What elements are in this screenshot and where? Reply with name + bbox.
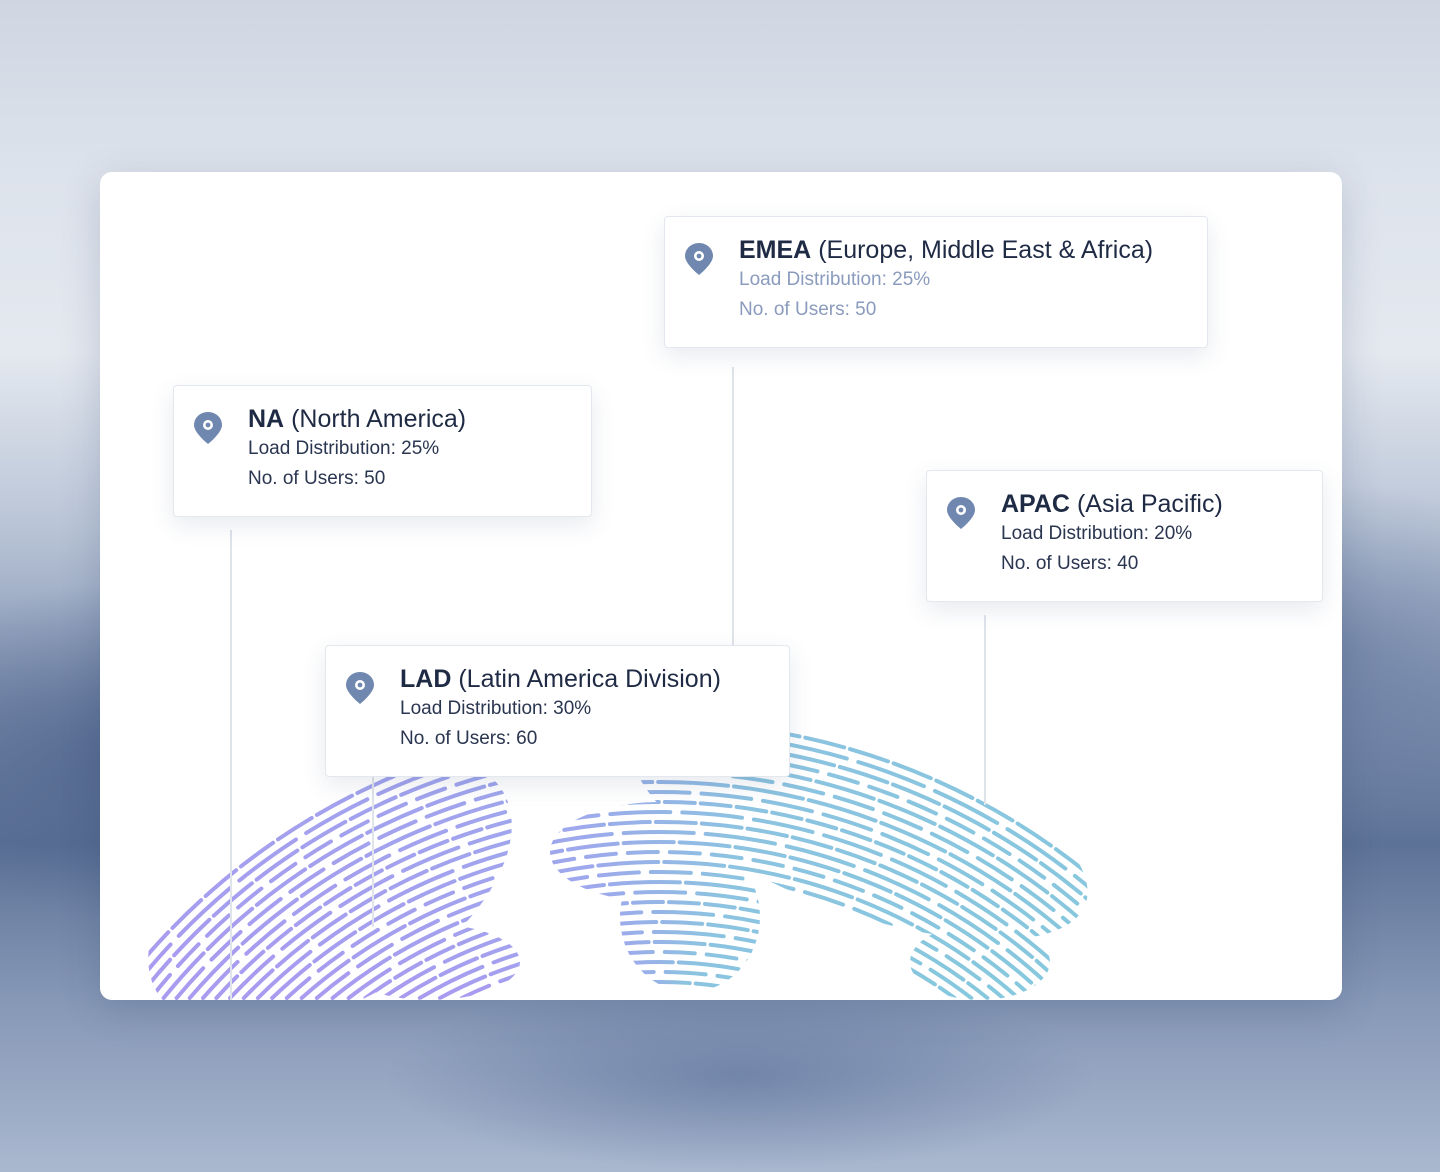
- location-pin-icon: [194, 412, 222, 444]
- globe-arc-line: [459, 950, 861, 1000]
- region-card-lad[interactable]: LAD (Latin America Division) Load Distri…: [325, 645, 790, 777]
- globe-arc-line: [255, 830, 1065, 1000]
- emea-connector: [732, 367, 734, 657]
- globe-arc-line: [483, 960, 837, 1000]
- globe-arc-line: [510, 969, 810, 1000]
- globe-arc-line: [438, 939, 882, 1000]
- region-title: LAD (Latin America Division): [400, 665, 721, 693]
- globe-arc-line: [174, 770, 1117, 1000]
- na-connector: [230, 530, 232, 1000]
- region-title: EMEA (Europe, Middle East & Africa): [739, 236, 1154, 264]
- location-pin-icon: [685, 243, 713, 275]
- load-distribution: Load Distribution: 30%: [400, 698, 592, 719]
- region-card-emea[interactable]: EMEA (Europe, Middle East & Africa) Load…: [664, 216, 1208, 348]
- load-distribution: Load Distribution: 25%: [248, 438, 440, 459]
- load-distribution: Load Distribution: 20%: [1001, 523, 1193, 544]
- user-count: No. of Users: 50: [248, 468, 386, 489]
- world-map-card: NA (North America) Load Distribution: 25…: [100, 172, 1342, 1000]
- globe-arc-line: [543, 980, 777, 1000]
- user-count: No. of Users: 60: [400, 728, 538, 749]
- apac-connector: [984, 615, 986, 805]
- region-title: NA (North America): [248, 405, 467, 433]
- user-count: No. of Users: 50: [739, 299, 877, 320]
- location-pin-icon: [947, 497, 975, 529]
- location-pin-icon: [346, 672, 374, 704]
- lad-connector: [372, 777, 374, 927]
- load-distribution: Load Distribution: 25%: [739, 269, 931, 290]
- region-card-apac[interactable]: APAC (Asia Pacific) Load Distribution: 2…: [926, 470, 1323, 602]
- user-count: No. of Users: 40: [1001, 553, 1139, 574]
- background-mountain: [380, 980, 1100, 1172]
- region-card-na[interactable]: NA (North America) Load Distribution: 25…: [173, 385, 592, 517]
- region-title: APAC (Asia Pacific): [1001, 490, 1223, 518]
